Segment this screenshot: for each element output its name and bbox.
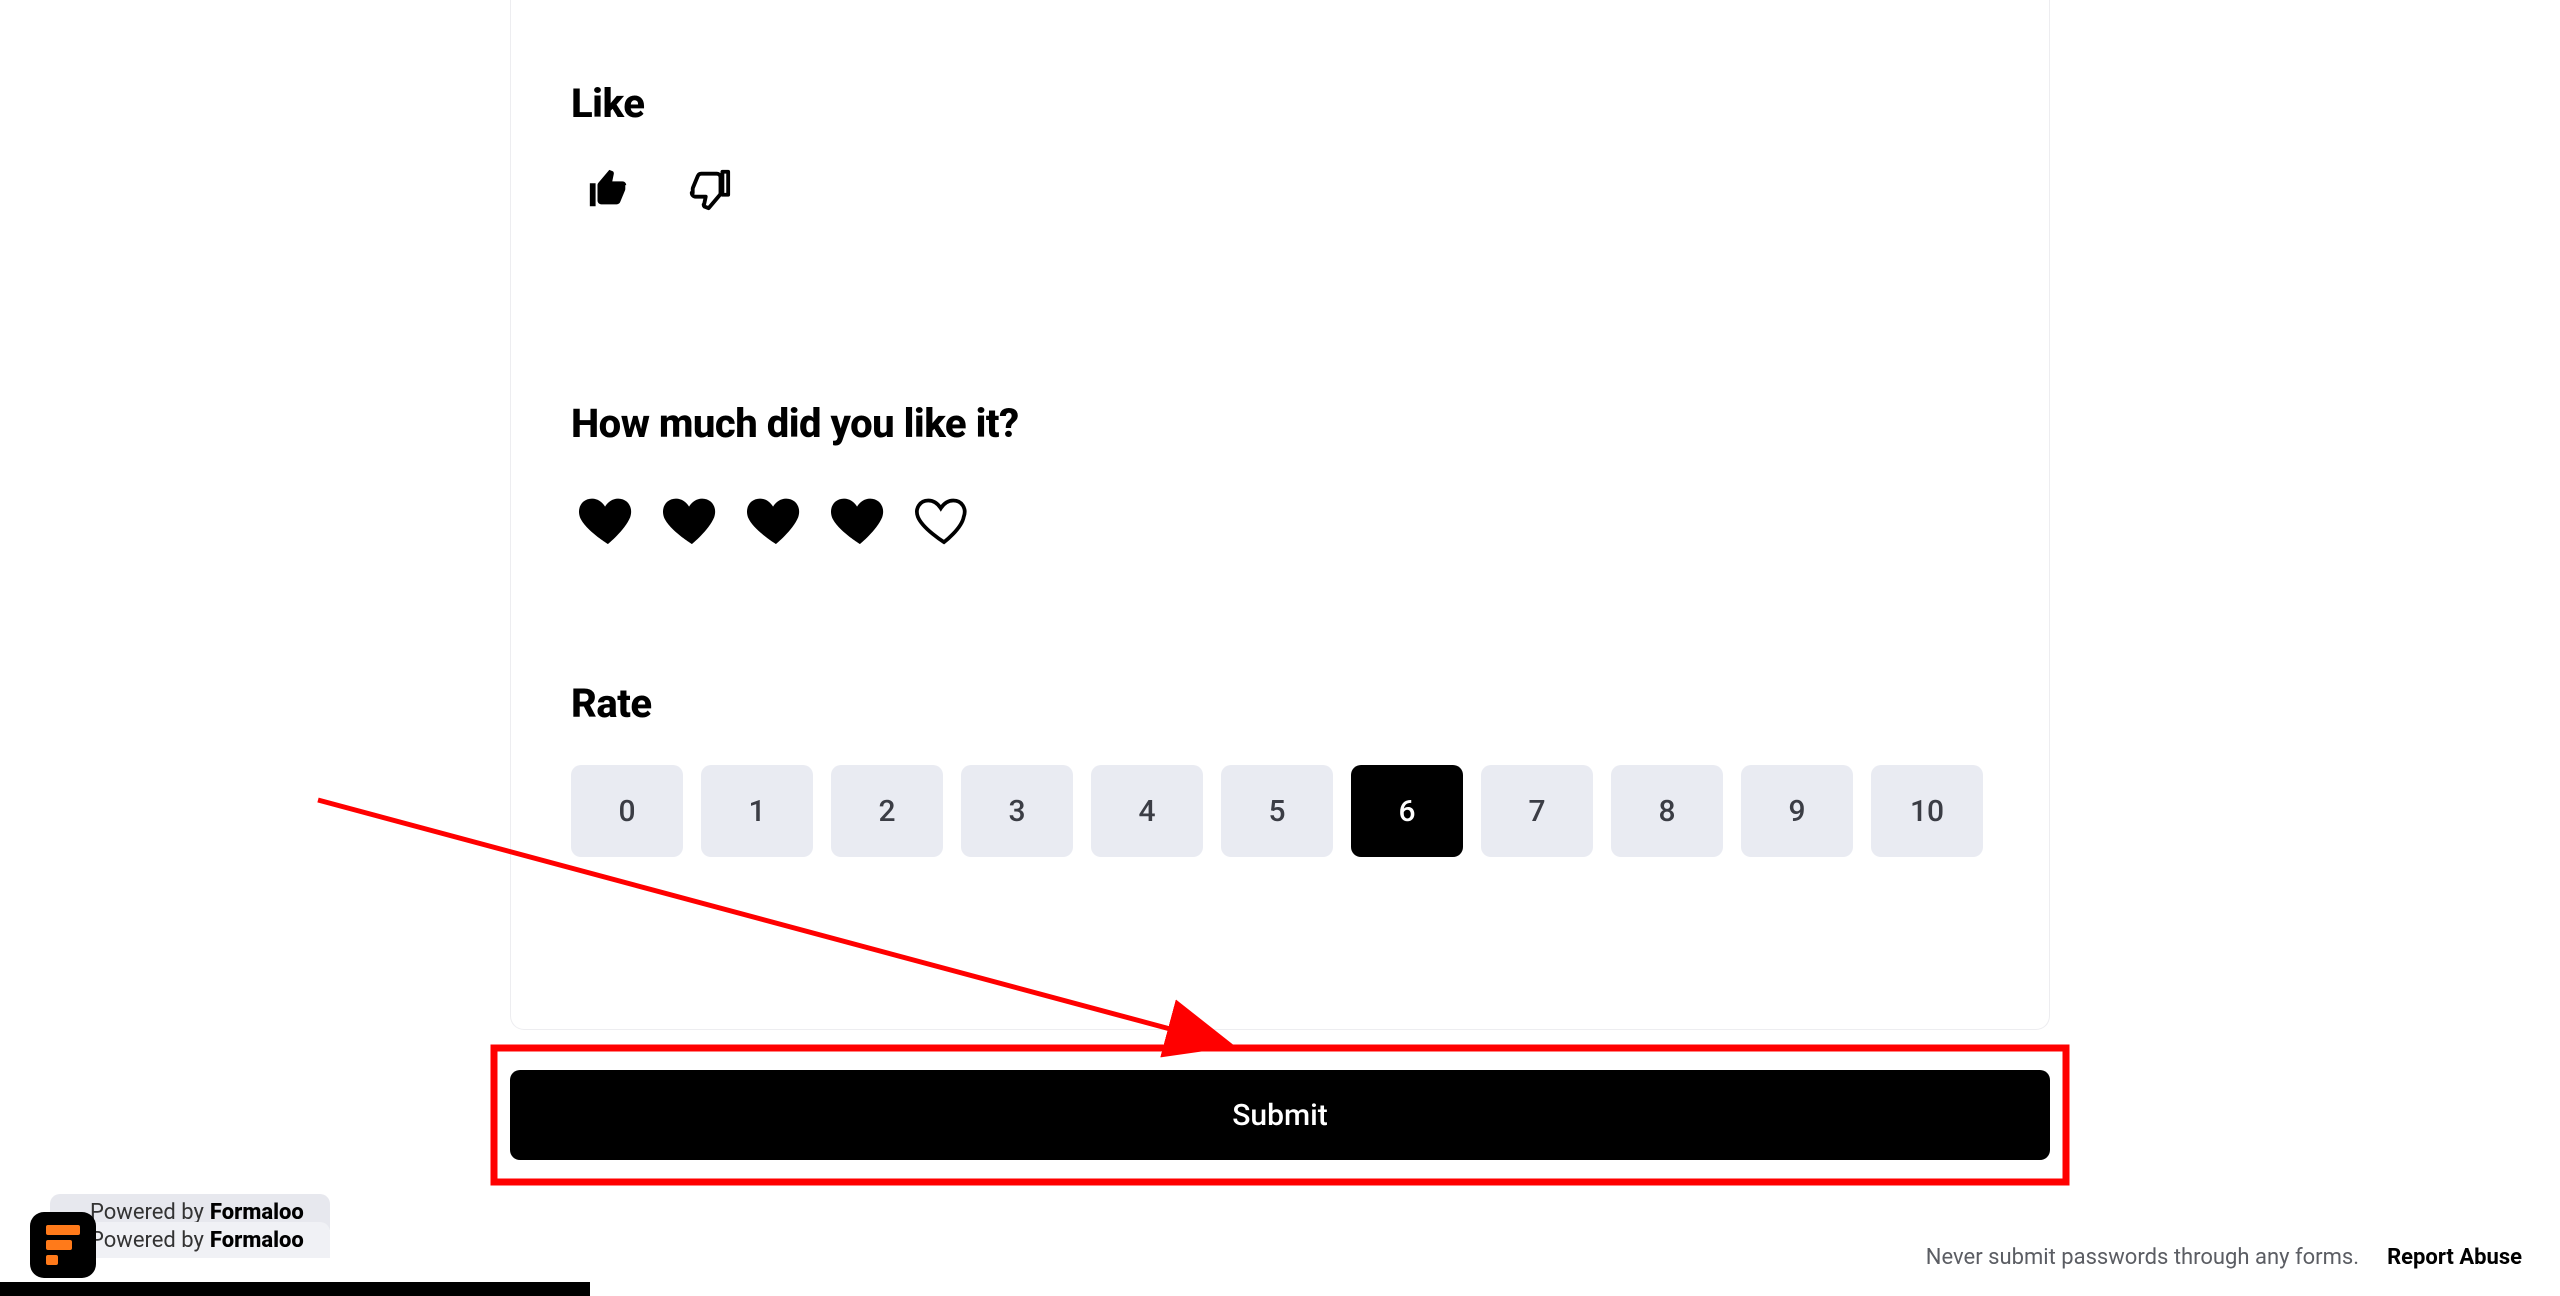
thumbs-down-button[interactable] [683,165,735,217]
heart-filled-icon [828,488,892,556]
powered-by-badge[interactable]: Powered by Formaloo Powered by Formaloo [30,1190,330,1278]
footer-right: Never submit passwords through any forms… [1926,1245,2522,1270]
heart-outline-icon [912,488,976,556]
submit-button-label: Submit [1232,1098,1327,1133]
hearts-row [571,485,1989,559]
question-like-title: Like [571,80,1989,127]
form-card: Like How much did you like it? [510,0,2050,1030]
rate-option-4[interactable]: 4 [1091,765,1203,857]
bottom-loading-strip [0,1282,590,1296]
rate-option-0[interactable]: 0 [571,765,683,857]
question-hearts: How much did you like it? [571,400,1989,559]
heart-4-button[interactable] [823,485,897,559]
thumbs-down-icon [686,166,732,216]
submit-button[interactable]: Submit [510,1070,2050,1160]
rate-option-10[interactable]: 10 [1871,765,1983,857]
heart-filled-icon [576,488,640,556]
heart-filled-icon [660,488,724,556]
question-rate: Rate 012345678910 [571,680,1989,857]
rate-option-3[interactable]: 3 [961,765,1073,857]
rate-option-6[interactable]: 6 [1351,765,1463,857]
heart-2-button[interactable] [655,485,729,559]
rate-option-5[interactable]: 5 [1221,765,1333,857]
footer-warning-text: Never submit passwords through any forms… [1926,1245,2359,1270]
report-abuse-link[interactable]: Report Abuse [2387,1245,2522,1270]
rate-row: 012345678910 [571,765,1989,857]
formaloo-logo-icon [30,1212,96,1278]
rate-option-2[interactable]: 2 [831,765,943,857]
thumbs-up-button[interactable] [583,165,635,217]
question-rate-title: Rate [571,680,1989,727]
rate-option-1[interactable]: 1 [701,765,813,857]
question-like: Like [571,80,1989,217]
like-row [583,165,1989,217]
thumbs-up-icon [586,166,632,216]
heart-1-button[interactable] [571,485,645,559]
heart-filled-icon [744,488,808,556]
rate-option-9[interactable]: 9 [1741,765,1853,857]
question-hearts-title: How much did you like it? [571,400,1989,447]
heart-5-button[interactable] [907,485,981,559]
heart-3-button[interactable] [739,485,813,559]
rate-option-8[interactable]: 8 [1611,765,1723,857]
rate-option-7[interactable]: 7 [1481,765,1593,857]
